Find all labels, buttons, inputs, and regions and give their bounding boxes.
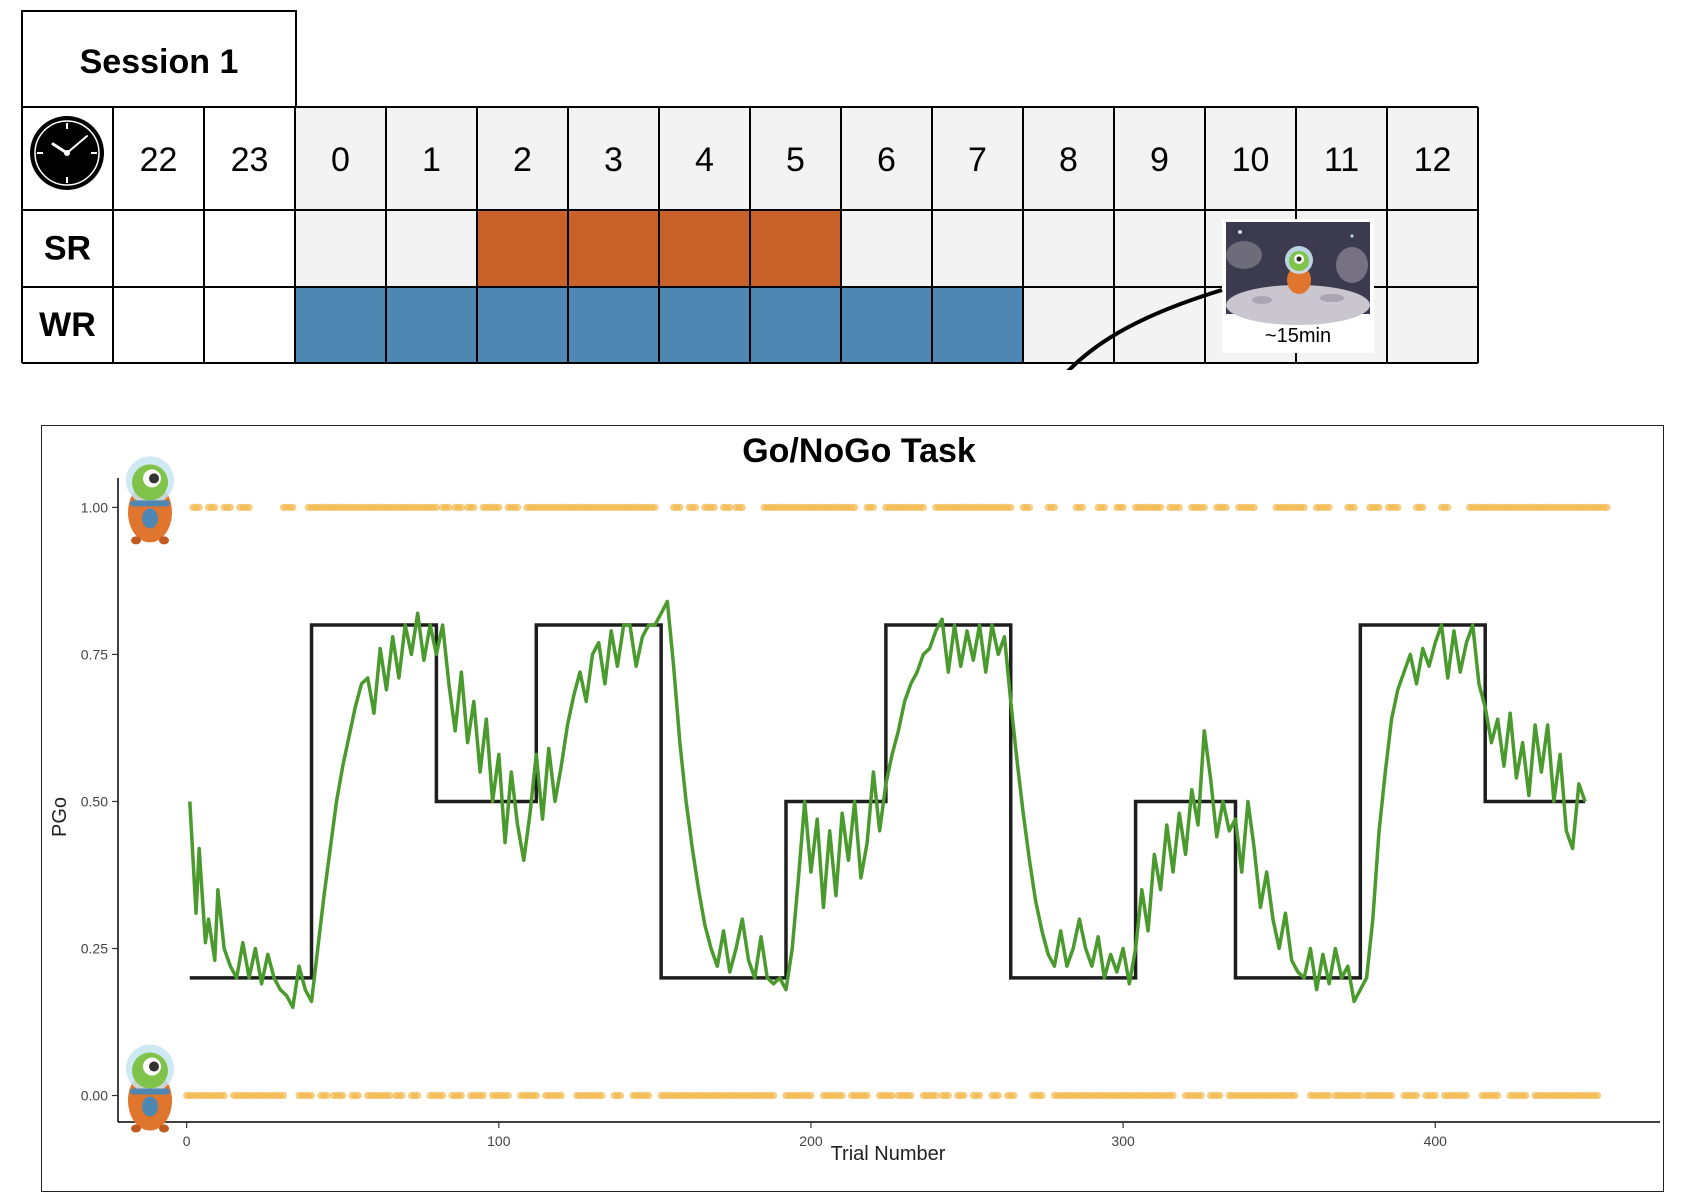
x-tick-label: 200 <box>799 1133 823 1149</box>
chart-title: Go/NoGo Task <box>742 432 976 470</box>
response-point <box>851 503 859 512</box>
response-point <box>1325 503 1333 512</box>
response-point <box>339 1091 347 1100</box>
response-point <box>1375 503 1383 512</box>
response-point <box>960 1091 968 1100</box>
response-point <box>1078 503 1087 512</box>
response-point <box>651 503 659 512</box>
response-point <box>710 503 718 512</box>
x-tick-label: 100 <box>487 1133 511 1149</box>
response-point <box>1216 1091 1224 1100</box>
y-tick-label: 0.50 <box>81 793 108 809</box>
response-point <box>289 503 297 512</box>
response-point <box>769 1091 778 1100</box>
response-point <box>1394 503 1402 512</box>
response-point <box>245 503 253 512</box>
alien-nogo-icon <box>126 1044 174 1133</box>
response-point <box>495 503 503 512</box>
response-point <box>457 503 465 512</box>
response-point <box>226 503 234 512</box>
response-point <box>557 1091 565 1100</box>
response-point <box>432 503 440 512</box>
response-point <box>1300 503 1308 512</box>
y-tick-label: 0.00 <box>81 1088 108 1104</box>
response-point <box>907 1091 915 1100</box>
response-point <box>470 503 478 512</box>
response-point <box>1356 1091 1364 1100</box>
alien-go-icon <box>126 456 174 545</box>
response-point <box>1593 1091 1602 1100</box>
response-point <box>738 503 746 512</box>
response-point <box>1050 503 1059 512</box>
response-point <box>932 1091 940 1100</box>
response-point <box>1444 503 1452 512</box>
response-point <box>1462 1091 1471 1100</box>
y-axis-label: PGo <box>49 797 71 837</box>
response-point <box>1175 503 1183 512</box>
response-point <box>513 503 522 512</box>
response-point <box>598 1091 606 1100</box>
response-point <box>1222 503 1230 512</box>
response-point <box>869 503 877 512</box>
response-point <box>439 1091 447 1100</box>
response-point <box>211 503 219 512</box>
response-point <box>1007 503 1015 512</box>
response-point <box>1603 503 1611 512</box>
response-point <box>307 1091 316 1100</box>
response-point <box>1412 1091 1421 1100</box>
response-point <box>726 503 734 512</box>
response-point <box>1291 1091 1299 1100</box>
x-tick-label: 300 <box>1111 1133 1135 1149</box>
response-point <box>457 1091 465 1100</box>
response-point <box>691 503 700 512</box>
response-point <box>1494 1091 1502 1100</box>
response-point <box>888 1091 896 1100</box>
y-tick-label: 1.00 <box>81 499 108 515</box>
go-nogo-chart: Go/NoGo Task 0 100 200 300 400 0.00 0.25 0.50 0.… <box>49 432 1660 1165</box>
response-point <box>944 1091 952 1100</box>
response-point <box>975 1091 984 1100</box>
response-point <box>195 503 203 512</box>
x-axis-label: Trial Number <box>831 1143 946 1165</box>
response-point <box>1431 1091 1439 1100</box>
response-point <box>398 1091 406 1100</box>
response-point <box>1100 503 1108 512</box>
response-point <box>1169 1091 1177 1100</box>
response-point <box>1325 1091 1333 1100</box>
response-point <box>323 1091 331 1100</box>
response-point <box>385 1091 394 1100</box>
response-point <box>863 1091 871 1100</box>
response-point <box>645 1091 653 1100</box>
response-point <box>414 1091 422 1100</box>
response-point <box>616 1091 625 1100</box>
response-point <box>532 1091 540 1100</box>
response-point <box>479 1091 487 1100</box>
y-tick-label: 0.75 <box>81 646 108 662</box>
response-point <box>807 1091 815 1100</box>
response-point <box>676 503 684 512</box>
response-point <box>1522 1091 1530 1100</box>
response-point <box>1419 503 1427 512</box>
response-point <box>1038 1091 1046 1100</box>
response-point <box>1119 503 1127 512</box>
y-tick-label: 0.25 <box>81 941 108 957</box>
response-point <box>1200 503 1208 512</box>
response-point <box>445 503 453 512</box>
response-point <box>504 1091 512 1100</box>
x-tick-label: 0 <box>183 1133 191 1149</box>
response-point <box>1025 503 1034 512</box>
response-point <box>1197 1091 1205 1100</box>
response-point <box>994 1091 1002 1100</box>
response-point <box>1250 503 1258 512</box>
response-point <box>279 1091 288 1100</box>
response-point <box>919 503 927 512</box>
response-point <box>1010 1091 1018 1100</box>
response-point <box>1156 503 1165 512</box>
response-point <box>1387 1091 1396 1100</box>
x-tick-label: 400 <box>1424 1133 1448 1149</box>
response-point <box>1350 503 1358 512</box>
response-point <box>838 1091 846 1100</box>
response-point <box>354 1091 362 1100</box>
response-point <box>220 1091 228 1100</box>
